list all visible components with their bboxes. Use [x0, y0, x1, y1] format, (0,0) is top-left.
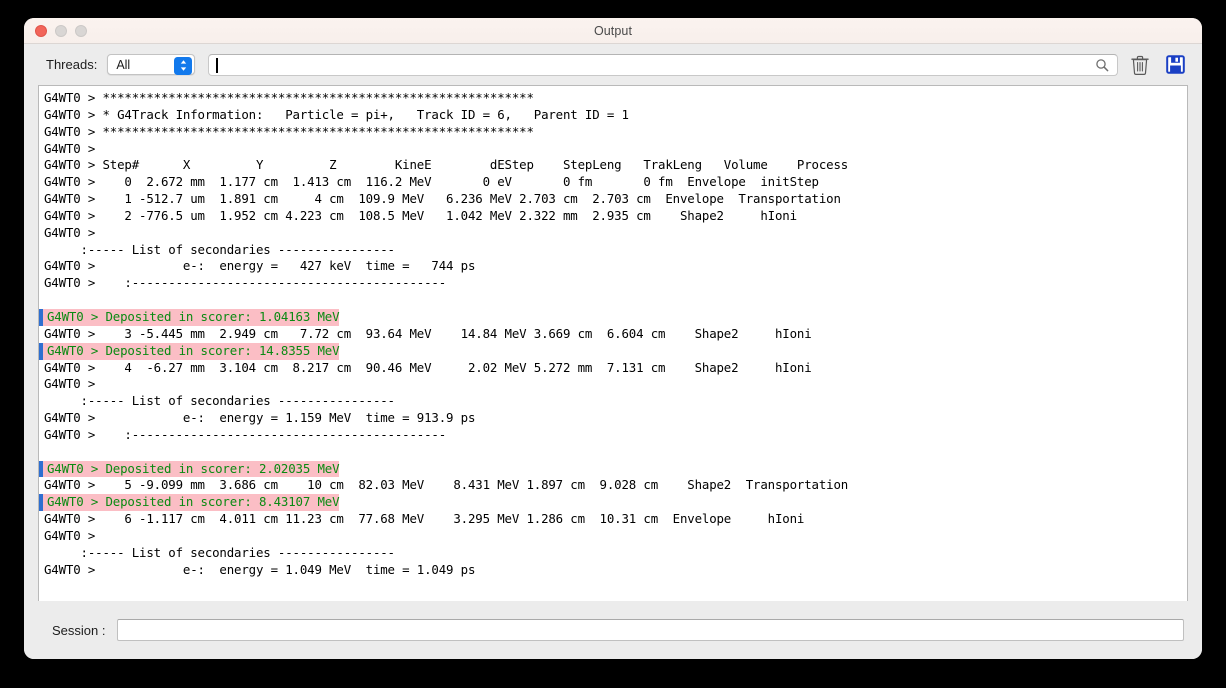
- log-line: G4WT0 > e-: energy = 1.159 MeV time = 91…: [44, 410, 476, 426]
- search-icon[interactable]: [1095, 58, 1109, 72]
- log-line-highlighted: G4WT0 > Deposited in scorer: 1.04163 MeV: [39, 308, 340, 326]
- log-line: G4WT0 > 0 2.672 mm 1.177 cm 1.413 cm 116…: [44, 174, 819, 190]
- log-line: G4WT0 > 2 -776.5 um 1.952 cm 4.223 cm 10…: [44, 207, 797, 223]
- log-line: G4WT0 > e-: energy = 1.049 MeV time = 1.…: [44, 561, 476, 577]
- toolbar: Threads: All: [24, 44, 1202, 85]
- log-line: G4WT0 > :-------------------------------…: [44, 426, 447, 442]
- clear-output-button[interactable]: [1127, 52, 1153, 78]
- output-log-text: G4WT0 > ********************************…: [39, 86, 1187, 578]
- log-line: G4WT0 > ********************************…: [44, 90, 534, 105]
- session-label: Session :: [52, 622, 106, 638]
- log-line: :----- List of secondaries -------------…: [44, 393, 395, 409]
- chevron-updown-icon: [174, 56, 193, 75]
- log-line: G4WT0 > 6 -1.117 cm 4.011 cm 11.23 cm 77…: [44, 511, 805, 527]
- window-title: Output: [593, 23, 633, 38]
- log-line: G4WT0 >: [44, 527, 103, 543]
- minimize-window-button[interactable]: [55, 24, 67, 37]
- maximize-window-button[interactable]: [75, 24, 87, 37]
- threads-label: Threads:: [46, 57, 98, 72]
- output-window: Output Threads: All G4WT0 > ************…: [24, 18, 1202, 659]
- log-line: G4WT0 > 5 -9.099 mm 3.686 cm 10 cm 82.03…: [44, 477, 849, 493]
- traffic-light-group: [35, 24, 87, 37]
- output-log-pane[interactable]: G4WT0 > ********************************…: [38, 85, 1188, 601]
- log-line: G4WT0 > ********************************…: [44, 123, 534, 139]
- log-line: :----- List of secondaries -------------…: [44, 544, 395, 560]
- text-caret: [216, 57, 218, 73]
- window-titlebar[interactable]: Output: [24, 18, 1202, 44]
- log-line: G4WT0 > Deposited in scorer: 2.02035 MeV: [39, 460, 1187, 478]
- log-line: G4WT0 >: [44, 376, 103, 392]
- log-line: G4WT0 > Deposited in scorer: 1.04163 MeV: [39, 308, 1187, 326]
- log-line: G4WT0 > Step# X Y Z KineE dEStep StepLen…: [44, 157, 849, 173]
- log-line-highlighted: G4WT0 > Deposited in scorer: 8.43107 MeV: [39, 494, 340, 512]
- log-line: G4WT0 > 4 -6.27 mm 3.104 cm 8.217 cm 90.…: [44, 359, 812, 375]
- threads-select-value: All: [116, 57, 131, 72]
- log-line: G4WT0 > e-: energy = 427 keV time = 744 …: [44, 258, 476, 274]
- log-line-highlighted: G4WT0 > Deposited in scorer: 14.8355 MeV: [39, 342, 340, 360]
- threads-select[interactable]: All: [107, 54, 196, 75]
- log-line: G4WT0 > 3 -5.445 mm 2.949 cm 7.72 cm 93.…: [44, 325, 812, 341]
- trash-icon: [1131, 55, 1149, 75]
- log-line: G4WT0 > :-------------------------------…: [44, 275, 447, 291]
- log-line: G4WT0 > Deposited in scorer: 14.8355 MeV: [39, 342, 1187, 360]
- close-window-button[interactable]: [35, 24, 47, 37]
- log-line: :----- List of secondaries -------------…: [44, 241, 395, 257]
- session-bar: Session :: [24, 601, 1202, 659]
- log-line: G4WT0 > 1 -512.7 um 1.891 cm 4 cm 109.9 …: [44, 191, 841, 207]
- session-input[interactable]: [118, 620, 1183, 640]
- log-line: G4WT0 >: [44, 224, 103, 240]
- search-field[interactable]: [208, 53, 1118, 76]
- session-input-wrap[interactable]: [117, 619, 1184, 641]
- log-line: G4WT0 > Deposited in scorer: 8.43107 MeV: [39, 494, 1187, 512]
- save-floppy-icon: [1165, 55, 1185, 74]
- save-output-button[interactable]: [1162, 52, 1188, 78]
- search-input[interactable]: [209, 56, 1095, 73]
- log-line: G4WT0 >: [44, 140, 103, 156]
- screen: Output Threads: All G4WT0 > ************…: [0, 0, 1226, 688]
- log-line: G4WT0 > * G4Track Information: Particle …: [44, 106, 629, 122]
- log-line-highlighted: G4WT0 > Deposited in scorer: 2.02035 MeV: [39, 460, 340, 478]
